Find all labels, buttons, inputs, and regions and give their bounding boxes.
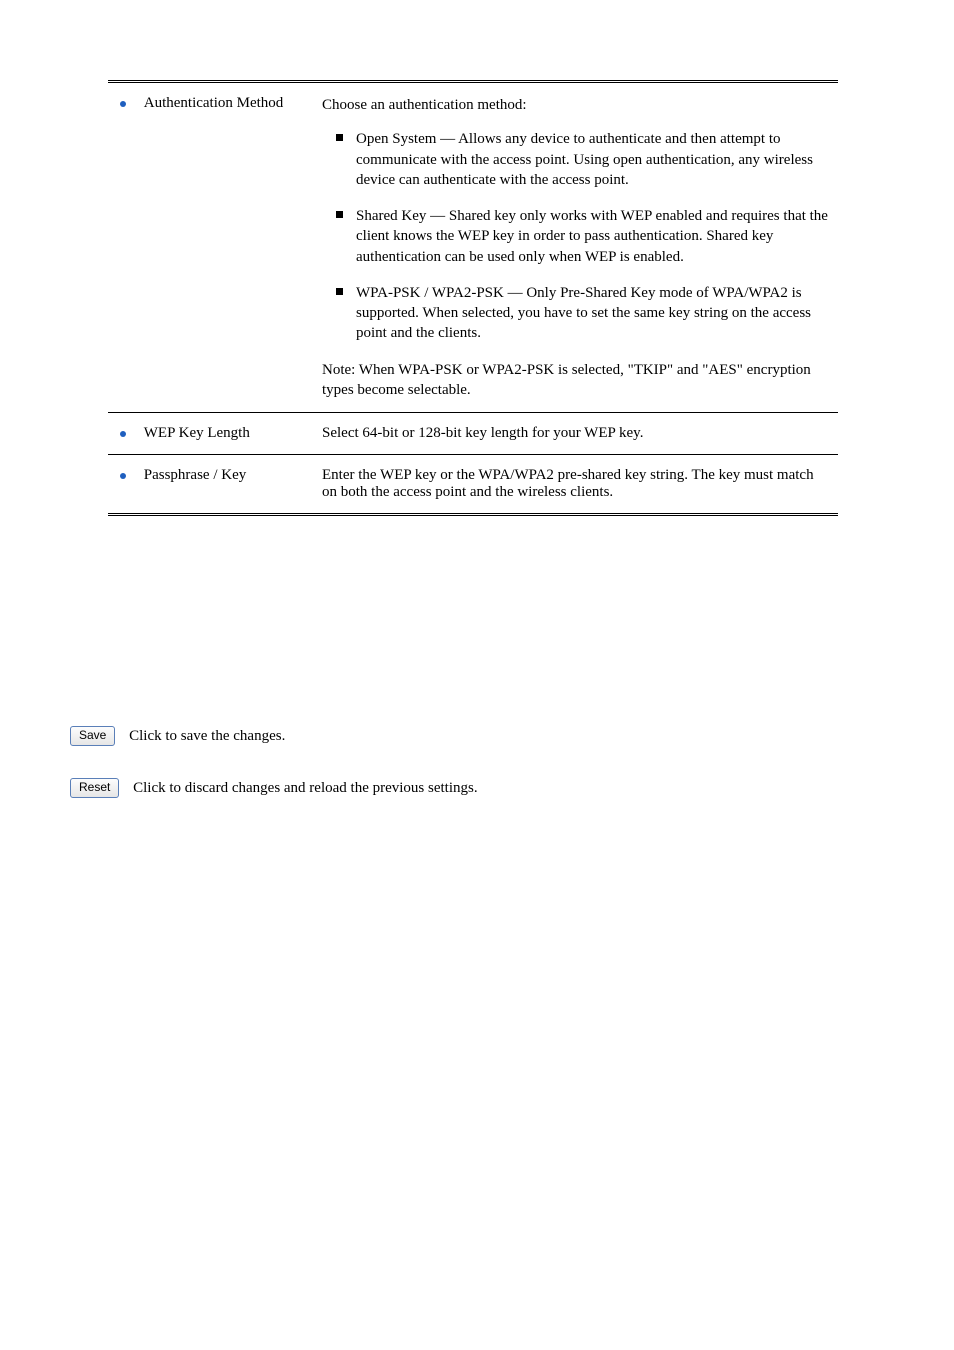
row-description: Enter the WEP key or the WPA/WPA2 pre-sh… (322, 467, 814, 500)
save-row: Save Click to save the changes. (70, 726, 285, 746)
save-description: Click to save the changes. (129, 728, 285, 744)
save-button[interactable]: Save (70, 726, 115, 746)
row-note: Note: When WPA-PSK or WPA2-PSK is select… (322, 360, 828, 401)
auth-option: Open System — Allows any device to authe… (322, 129, 828, 190)
bullet-icon (120, 101, 126, 107)
square-icon (336, 288, 343, 295)
square-icon (336, 211, 343, 218)
reset-button[interactable]: Reset (70, 778, 119, 798)
auth-option: WPA-PSK / WPA2-PSK — Only Pre-Shared Key… (322, 283, 828, 344)
row-label: Passphrase / Key (144, 467, 246, 484)
reset-row: Reset Click to discard changes and reloa… (70, 778, 478, 798)
row-wep-key-length: WEP Key Length Select 64-bit or 128-bit … (108, 413, 838, 455)
row-label: Authentication Method (144, 95, 284, 112)
bullet-icon (120, 431, 126, 437)
row-label: WEP Key Length (144, 425, 250, 442)
auth-options-list: Open System — Allows any device to authe… (322, 129, 828, 343)
auth-option: Shared Key — Shared key only works with … (322, 206, 828, 267)
settings-table: Authentication Method Choose an authenti… (108, 80, 838, 516)
bullet-icon (120, 473, 126, 479)
row-passphrase-key: Passphrase / Key Enter the WEP key or th… (108, 455, 838, 515)
reset-description: Click to discard changes and reload the … (133, 780, 478, 796)
page: Authentication Method Choose an authenti… (0, 0, 954, 1350)
row-intro: Choose an authentication method: (322, 95, 828, 115)
row-auth-method: Authentication Method Choose an authenti… (108, 82, 838, 413)
square-icon (336, 134, 343, 141)
row-description: Select 64-bit or 128-bit key length for … (322, 425, 643, 441)
